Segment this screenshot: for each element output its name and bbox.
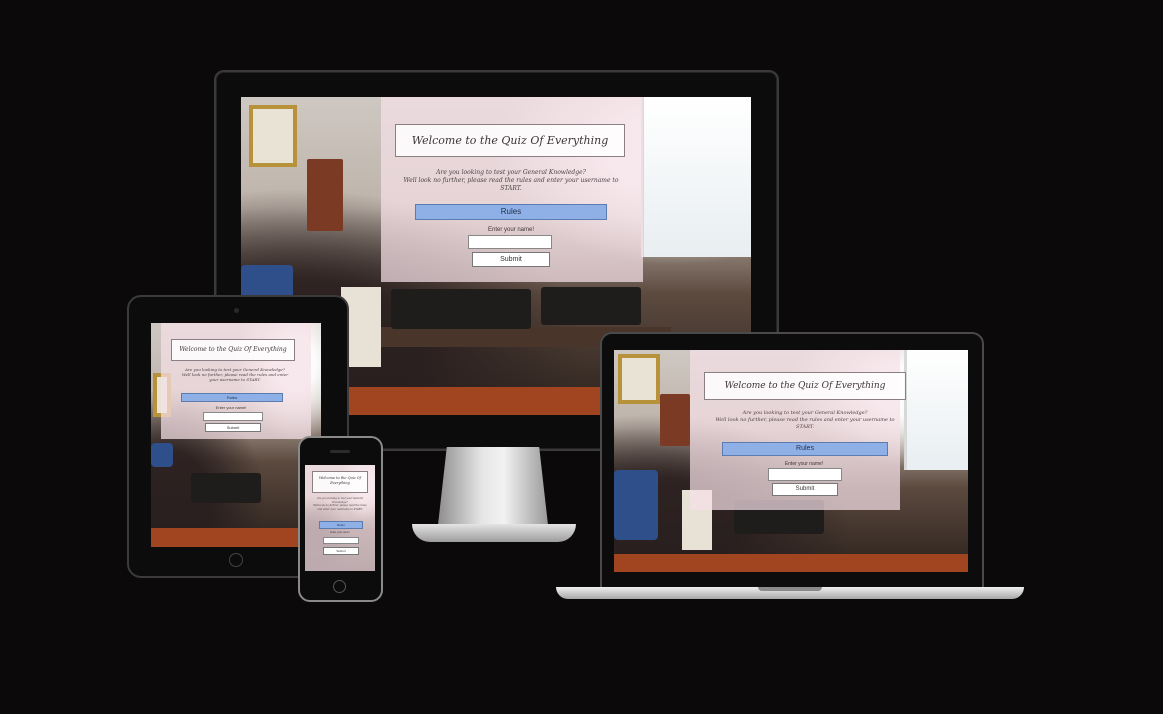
- tablet-name-input[interactable]: [203, 412, 263, 421]
- page-title: Welcome to the Quiz Of Everything: [395, 124, 625, 157]
- laptop-page-title: Welcome to the Quiz Of Everything: [704, 372, 906, 400]
- phone-home-button[interactable]: [333, 580, 346, 593]
- phone-rules-button[interactable]: Rules: [319, 521, 363, 529]
- laptop: Welcome to the Quiz Of Everything Are yo…: [600, 332, 984, 591]
- laptop-intro-text: Are you looking to test your General Kno…: [710, 410, 900, 431]
- intro-line-1: Are you looking to test your General Kno…: [436, 169, 586, 176]
- laptop-intro-line-1: Are you looking to test your General Kno…: [742, 410, 868, 416]
- phone-intro-line-2: Well look no further, please read the ru…: [313, 504, 367, 511]
- phone-page-title: Welcome to the Quiz Of Everything: [312, 471, 368, 493]
- phone: Welcome to the Quiz Of Everything Are yo…: [298, 436, 383, 602]
- phone-name-label: Enter your name!: [330, 531, 350, 534]
- laptop-intro-line-2: Well look no further, please read the ru…: [715, 417, 895, 430]
- laptop-rules-button[interactable]: Rules: [722, 442, 888, 456]
- intro-text: Are you looking to test your General Kno…: [401, 169, 621, 193]
- laptop-name-label: Enter your name!: [784, 461, 824, 467]
- tablet-rules-button[interactable]: Rules: [181, 393, 283, 402]
- tablet-screen: Welcome to the Quiz Of Everything Are yo…: [151, 323, 321, 547]
- tablet-name-label: Enter your name!: [215, 405, 247, 410]
- monitor-base: [412, 524, 576, 542]
- tablet-intro-line-2: Well look no further, please read the ru…: [181, 372, 289, 382]
- tablet-page-title: Welcome to the Quiz Of Everything: [171, 339, 295, 361]
- phone-intro-line-1: Are you looking to test your General Kno…: [316, 497, 364, 504]
- submit-button[interactable]: Submit: [472, 252, 550, 267]
- rules-button[interactable]: Rules: [415, 204, 607, 220]
- phone-name-input[interactable]: [323, 537, 359, 544]
- monitor-stand: [438, 447, 548, 525]
- laptop-name-input[interactable]: [768, 468, 842, 481]
- laptop-submit-button[interactable]: Submit: [772, 483, 838, 496]
- tablet-intro-text: Are you looking to test your General Kno…: [177, 367, 293, 382]
- laptop-hinge-notch: [758, 587, 822, 591]
- phone-screen: Welcome to the Quiz Of Everything Are yo…: [305, 465, 375, 571]
- tablet-submit-button[interactable]: Submit: [205, 423, 261, 432]
- name-input[interactable]: [468, 235, 552, 249]
- phone-intro-text: Are you looking to test your General Kno…: [311, 497, 369, 511]
- phone-submit-button[interactable]: Submit: [323, 547, 359, 555]
- phone-speaker: [330, 450, 350, 453]
- tablet-home-button[interactable]: [229, 553, 243, 567]
- laptop-screen: Welcome to the Quiz Of Everything Are yo…: [614, 350, 968, 572]
- name-label: Enter your name!: [487, 227, 535, 233]
- tablet-camera: [234, 308, 239, 313]
- intro-line-2: Well look no further, please read the ru…: [403, 177, 619, 192]
